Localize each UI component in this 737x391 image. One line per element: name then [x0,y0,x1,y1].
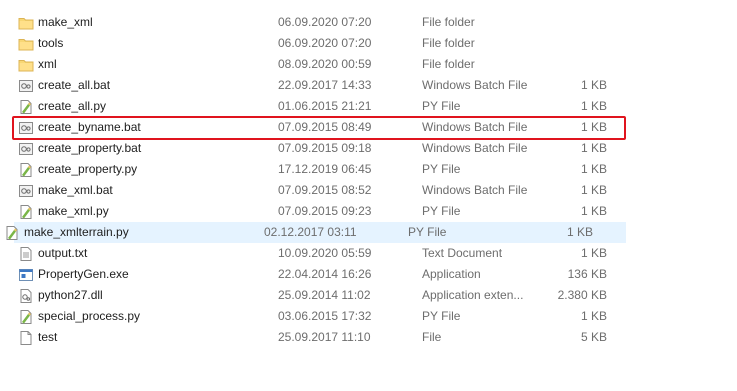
file-row[interactable]: special_process.py 03.06.2015 17:32 PY F… [0,306,737,327]
file-name[interactable]: make_xml.bat [38,180,113,201]
file-name[interactable]: PropertyGen.exe [38,264,129,285]
file-date: 06.09.2020 07:20 [278,36,372,50]
file-type: File [422,330,442,344]
file-size: 1 KB [580,99,607,113]
file-date: 03.06.2015 17:32 [278,309,372,323]
file-date: 02.12.2017 03:11 [264,225,357,239]
file-date: 22.04.2014 16:26 [278,267,372,281]
file-row[interactable]: PropertyGen.exe 22.04.2014 16:26 Applica… [0,264,737,285]
file-type: Windows Batch File [422,141,528,155]
file-name[interactable]: create_property.bat [38,138,141,159]
file-date: 07.09.2015 09:23 [278,204,372,218]
python-file-icon [18,99,34,115]
file-type: File folder [422,36,475,50]
file-row[interactable]: create_property.bat 07.09.2015 09:18 Win… [0,138,737,159]
file-list: make_xml 06.09.2020 07:20 File folder to… [0,12,737,348]
file-date: 10.09.2020 05:59 [278,246,372,260]
file-name[interactable]: tools [38,33,63,54]
file-size: 1 KB [580,141,607,155]
file-date: 08.09.2020 00:59 [278,57,372,71]
file-size: 1 KB [580,120,607,134]
file-name[interactable]: special_process.py [38,306,140,327]
file-type: Application exten... [422,288,524,302]
file-date: 25.09.2017 11:10 [278,330,371,344]
file-name[interactable]: make_xml [38,12,93,33]
file-name[interactable]: create_byname.bat [38,117,141,138]
file-size: 1 KB [580,183,607,197]
file-date: 07.09.2015 08:49 [278,120,372,134]
file-row[interactable]: tools 06.09.2020 07:20 File folder [0,33,737,54]
folder-icon [18,36,34,52]
folder-icon [18,57,34,73]
file-size: 1 KB [580,309,607,323]
file-row[interactable]: create_all.bat 22.09.2017 14:33 Windows … [0,75,737,96]
file-row-hovered[interactable]: make_xmlterrain.py 02.12.2017 03:11 PY F… [6,222,626,243]
batch-file-icon [18,141,34,157]
python-file-icon [4,225,20,241]
folder-icon [18,15,34,31]
file-row[interactable]: make_xml.bat 07.09.2015 08:52 Windows Ba… [0,180,737,201]
file-type: Windows Batch File [422,78,528,92]
file-date: 17.12.2019 06:45 [278,162,372,176]
file-row[interactable]: make_xml 06.09.2020 07:20 File folder [0,12,737,33]
file-name[interactable]: create_all.py [38,96,106,117]
python-file-icon [18,204,34,220]
file-date: 07.09.2015 09:18 [278,141,372,155]
batch-file-icon [18,120,34,136]
file-row[interactable]: create_property.py 17.12.2019 06:45 PY F… [0,159,737,180]
file-type: File folder [422,15,475,29]
generic-file-icon [18,330,34,346]
file-size: 1 KB [580,246,607,260]
file-date: 01.06.2015 21:21 [278,99,372,113]
batch-file-icon [18,78,34,94]
file-type: File folder [422,57,475,71]
application-icon [18,267,34,283]
file-type: PY File [422,204,461,218]
file-row[interactable]: create_all.py 01.06.2015 21:21 PY File 1… [0,96,737,117]
file-name[interactable]: test [38,327,57,348]
dll-file-icon [18,288,34,304]
text-file-icon [18,246,34,262]
file-size: 1 KB [566,225,593,239]
file-name[interactable]: output.txt [38,243,87,264]
file-name[interactable]: create_all.bat [38,75,110,96]
file-row[interactable]: output.txt 10.09.2020 05:59 Text Documen… [0,243,737,264]
file-type: PY File [408,225,447,239]
file-name[interactable]: create_property.py [38,159,137,180]
file-row[interactable]: xml 08.09.2020 00:59 File folder [0,54,737,75]
file-name[interactable]: python27.dll [38,285,103,306]
file-date: 07.09.2015 08:52 [278,183,372,197]
file-row[interactable]: make_xml.py 07.09.2015 09:23 PY File 1 K… [0,201,737,222]
file-date: 25.09.2014 11:02 [278,288,371,302]
file-date: 06.09.2020 07:20 [278,15,372,29]
file-size: 1 KB [580,162,607,176]
file-type: PY File [422,162,461,176]
file-type: Text Document [422,246,503,260]
file-type: Windows Batch File [422,120,528,134]
file-type: Windows Batch File [422,183,528,197]
python-file-icon [18,309,34,325]
python-file-icon [18,162,34,178]
file-name[interactable]: xml [38,54,57,75]
file-size: 1 KB [580,78,607,92]
file-name[interactable]: make_xml.py [38,201,109,222]
file-size: 136 KB [567,267,607,281]
file-type: PY File [422,309,461,323]
batch-file-icon [18,183,34,199]
file-row[interactable]: create_byname.bat 07.09.2015 08:49 Windo… [0,117,737,138]
file-row[interactable]: python27.dll 25.09.2014 11:02 Applicatio… [0,285,737,306]
file-name[interactable]: make_xmlterrain.py [24,222,129,243]
file-size: 1 KB [580,204,607,218]
file-type: Application [422,267,481,281]
file-date: 22.09.2017 14:33 [278,78,372,92]
file-row[interactable]: test 25.09.2017 11:10 File 5 KB [0,327,737,348]
file-size: 5 KB [580,330,607,344]
file-type: PY File [422,99,461,113]
file-size: 2.380 KB [557,288,607,302]
